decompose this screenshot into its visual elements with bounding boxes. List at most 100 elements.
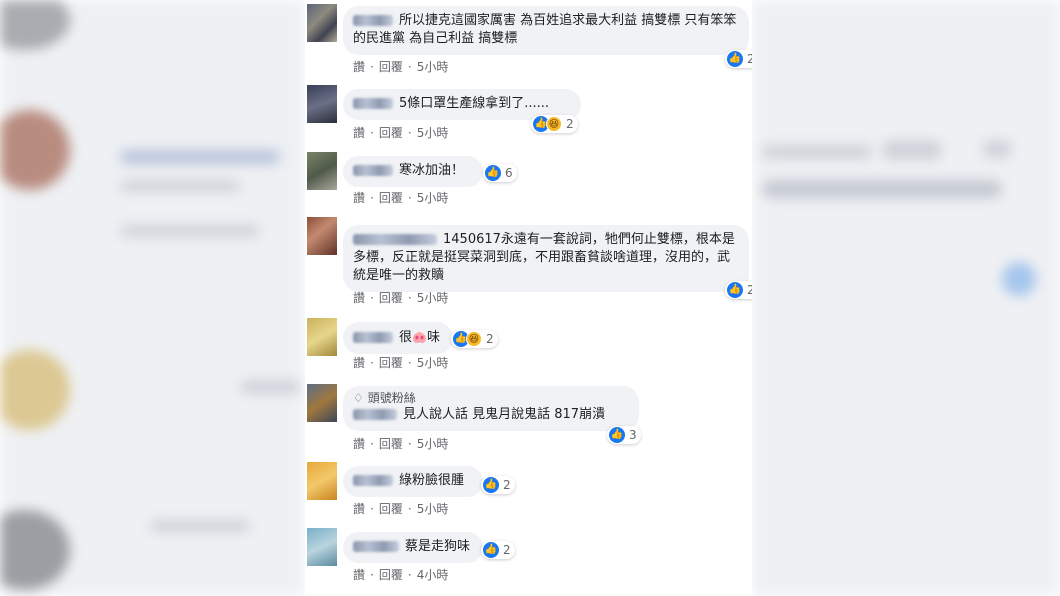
comment-bubble: 1450617永遠有一套說詞，牠們何止雙標，根本是多標，反正就是挺冥菜洞到底，不… xyxy=(343,225,749,292)
commenter-name[interactable] xyxy=(353,98,393,109)
comment-actions: 讚 · 回覆 · 5小時 xyxy=(353,290,448,306)
separator: · xyxy=(407,502,412,516)
like-reaction-icon: 👍 xyxy=(727,282,743,298)
separator: · xyxy=(407,568,412,582)
comment-actions: 讚 · 回覆 · 5小時 xyxy=(353,125,448,141)
reaction-count[interactable]: 👍 2 xyxy=(725,50,752,68)
like-reaction-icon: 👍 xyxy=(609,427,625,443)
commenter-name[interactable] xyxy=(353,332,393,343)
timestamp[interactable]: 5小時 xyxy=(417,191,449,205)
timestamp[interactable]: 5小時 xyxy=(417,126,449,140)
reply-link[interactable]: 回覆 xyxy=(379,126,403,140)
comment-bubble: 很🐽味 xyxy=(343,322,453,354)
reaction-number: 2 xyxy=(503,543,511,557)
comment-bubble: 所以捷克這國家厲害 為百姓追求最大利益 搞雙標 只有笨笨的民進黨 為自己利益 搞… xyxy=(343,6,749,55)
avatar[interactable] xyxy=(307,462,337,500)
like-link[interactable]: 讚 xyxy=(353,60,365,74)
reaction-count[interactable]: 👍 6 xyxy=(483,164,517,182)
separator: · xyxy=(407,291,412,305)
reaction-count[interactable]: 👍 3 xyxy=(607,426,641,444)
commenter-name[interactable] xyxy=(353,15,393,26)
avatar[interactable] xyxy=(307,85,337,123)
avatar[interactable] xyxy=(307,217,337,255)
reaction-number: 2 xyxy=(566,117,574,131)
like-link[interactable]: 讚 xyxy=(353,356,365,370)
like-link[interactable]: 讚 xyxy=(353,126,365,140)
avatar[interactable] xyxy=(307,528,337,566)
like-reaction-icon: 👍 xyxy=(485,165,501,181)
comment-text: 蔡是走狗味 xyxy=(405,539,471,554)
like-link[interactable]: 讚 xyxy=(353,502,365,516)
comment-text: 綠粉臉很腫 xyxy=(399,473,465,488)
commenter-name[interactable] xyxy=(353,409,397,420)
comment-feed: 所以捷克這國家厲害 為百姓追求最大利益 搞雙標 只有笨笨的民進黨 為自己利益 搞… xyxy=(305,0,752,596)
reaction-number: 2 xyxy=(503,478,511,492)
reaction-count[interactable]: 👍 2 xyxy=(481,476,515,494)
like-link[interactable]: 讚 xyxy=(353,568,365,582)
comment-bubble: 蔡是走狗味 xyxy=(343,532,483,563)
comment-actions: 讚 · 回覆 · 5小時 xyxy=(353,436,448,452)
comment-actions: 讚 · 回覆 · 5小時 xyxy=(353,501,448,517)
comment-actions: 讚 · 回覆 · 4小時 xyxy=(353,567,448,583)
pig-nose-emoji: 🐽 xyxy=(412,330,427,344)
separator: · xyxy=(370,60,374,74)
timestamp[interactable]: 5小時 xyxy=(417,437,449,451)
reaction-number: 3 xyxy=(629,428,637,442)
haha-reaction-icon: 😆 xyxy=(546,116,562,132)
timestamp[interactable]: 5小時 xyxy=(417,291,449,305)
avatar[interactable] xyxy=(307,384,337,422)
commenter-name[interactable] xyxy=(353,165,393,176)
timestamp[interactable]: 4小時 xyxy=(417,568,449,582)
avatar[interactable] xyxy=(307,4,337,42)
like-link[interactable]: 讚 xyxy=(353,291,365,305)
reply-link[interactable]: 回覆 xyxy=(379,291,403,305)
reaction-number: 2 xyxy=(486,332,494,346)
commenter-name[interactable] xyxy=(353,541,399,552)
reaction-count[interactable]: 👍 2 xyxy=(481,541,515,559)
reply-link[interactable]: 回覆 xyxy=(379,568,403,582)
comment-text-end: 味 xyxy=(426,330,440,345)
separator: · xyxy=(407,437,412,451)
separator: · xyxy=(370,191,374,205)
separator: · xyxy=(370,356,374,370)
comment-text: 寒冰加油！ xyxy=(399,163,465,178)
reaction-count[interactable]: 👍 2 xyxy=(725,281,752,299)
separator: · xyxy=(407,126,412,140)
top-fan-badge: ♢ 頭號粉絲 xyxy=(353,390,629,406)
comment-bubble: ♢ 頭號粉絲 見人說人話 見鬼月說鬼話 817崩潰 xyxy=(343,386,639,431)
comment-text: 見人說人話 見鬼月說鬼話 817崩潰 xyxy=(403,407,606,422)
like-reaction-icon: 👍 xyxy=(483,542,499,558)
reply-link[interactable]: 回覆 xyxy=(379,60,403,74)
separator: · xyxy=(407,60,412,74)
like-reaction-icon: 👍 xyxy=(483,477,499,493)
reaction-number: 2 xyxy=(747,283,752,297)
comment-text-start: 很 xyxy=(399,330,413,345)
like-link[interactable]: 讚 xyxy=(353,191,365,205)
comment-actions: 讚 · 回覆 · 5小時 xyxy=(353,355,448,371)
avatar[interactable] xyxy=(307,152,337,190)
separator: · xyxy=(407,191,412,205)
avatar[interactable] xyxy=(307,318,337,356)
commenter-name[interactable] xyxy=(353,475,393,486)
separator: · xyxy=(370,126,374,140)
like-link[interactable]: 讚 xyxy=(353,437,365,451)
timestamp[interactable]: 5小時 xyxy=(417,356,449,370)
separator: · xyxy=(370,502,374,516)
reply-link[interactable]: 回覆 xyxy=(379,437,403,451)
haha-reaction-icon: 😆 xyxy=(466,331,482,347)
badge-label: 頭號粉絲 xyxy=(367,391,416,405)
reaction-count[interactable]: 👍 😆 2 xyxy=(531,115,578,133)
timestamp[interactable]: 5小時 xyxy=(417,502,449,516)
reaction-number: 6 xyxy=(505,166,513,180)
commenter-name[interactable] xyxy=(353,234,437,245)
reaction-count[interactable]: 👍 😆 2 xyxy=(451,330,498,348)
comment-bubble: 綠粉臉很腫 xyxy=(343,466,483,497)
timestamp[interactable]: 5小時 xyxy=(417,60,449,74)
reply-link[interactable]: 回覆 xyxy=(379,502,403,516)
reply-link[interactable]: 回覆 xyxy=(379,191,403,205)
comment-bubble: 寒冰加油！ xyxy=(343,156,483,187)
reaction-number: 2 xyxy=(747,52,752,66)
like-reaction-icon: 👍 xyxy=(727,51,743,67)
reply-link[interactable]: 回覆 xyxy=(379,356,403,370)
separator: · xyxy=(370,437,374,451)
